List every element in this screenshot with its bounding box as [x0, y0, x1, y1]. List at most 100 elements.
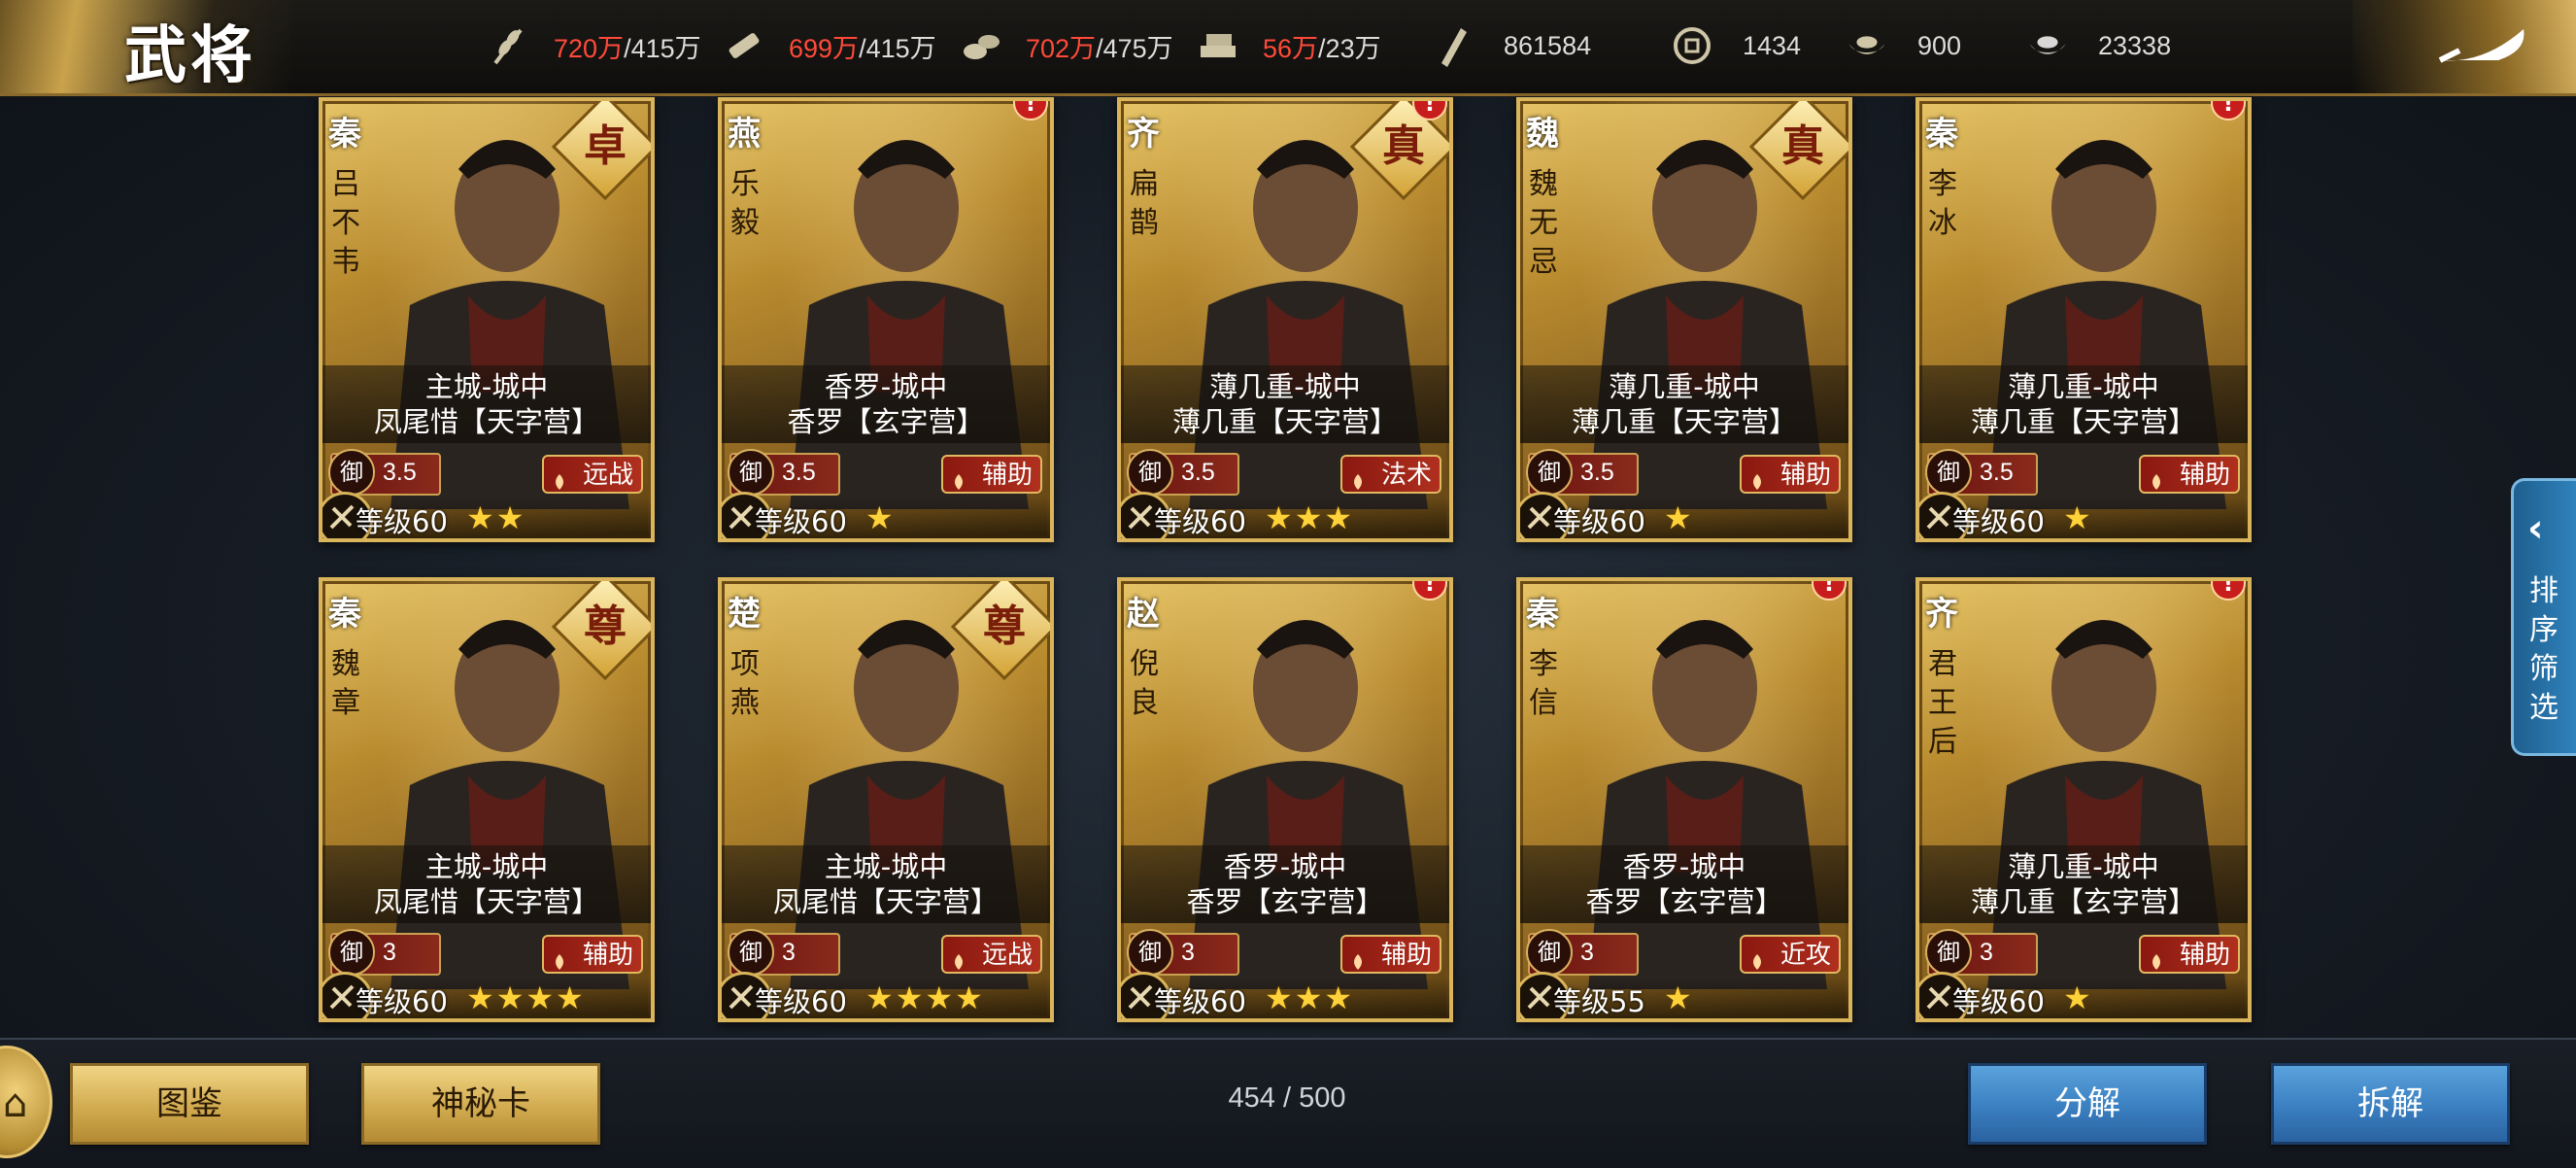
stone-icon [960, 24, 1002, 67]
level-label: 等级55 [1553, 985, 1645, 1018]
unit-label: 香罗【玄字营】 [1186, 885, 1384, 918]
defense-badge: 御 3.5 [1925, 449, 2038, 496]
unit-label: 凤尾惜【天字营】 [772, 885, 999, 918]
defense-icon: 御 [728, 449, 774, 496]
defense-value: 3 [782, 939, 796, 966]
defense-badge: 御 3.5 [728, 449, 840, 496]
defense-badge: 御 3.5 [328, 449, 441, 496]
silver-amount: 23338 [2098, 30, 2172, 60]
rank-label: 卓 [584, 121, 627, 171]
defense-value: 3 [1181, 939, 1195, 966]
sword-icon [1747, 945, 1767, 970]
garrison-location: 薄几重-城中 薄几重【天字营】 [1121, 365, 1449, 443]
general-card[interactable]: 秦 李冰 薄几重-城中 薄几重【天字营】 御 3.5 辅助 等级60 ★ ! [1915, 97, 2252, 542]
general-name: 吕不韦 [331, 167, 360, 279]
garrison-location: 薄几重-城中 薄几重【玄字营】 [1919, 845, 2248, 923]
back-button[interactable] [2353, 0, 2576, 93]
role-badge: 辅助 [1340, 935, 1441, 974]
garrison-location: 主城-城中 凤尾惜【天字营】 [322, 845, 651, 923]
role-label: 辅助 [1779, 461, 1831, 490]
role-badge: 远战 [542, 455, 643, 494]
general-card[interactable]: 齐 君王后 薄几重-城中 薄几重【玄字营】 御 3 辅助 等级60 ★ ! [1915, 577, 2252, 1022]
general-card[interactable]: 秦 魏章 尊 主城-城中 凤尾惜【天字营】 御 3 辅助 等级60 ★★★★ [319, 577, 655, 1022]
general-name: 扁鹊 [1130, 167, 1159, 240]
bow-icon [949, 945, 968, 970]
resource-wood[interactable]: 699万/415万 [723, 21, 936, 70]
star-rating: ★★★★ [466, 979, 586, 1016]
defense-icon: 御 [1526, 929, 1573, 976]
role-badge: 近攻 [1740, 935, 1841, 974]
resource-iron[interactable]: 56万/23万 [1197, 21, 1381, 70]
role-badge: 辅助 [1740, 455, 1841, 494]
general-card[interactable]: 齐 扁鹊 真 薄几重-城中 薄几重【天字营】 御 3.5 法术 等级60 ★★★… [1117, 97, 1453, 542]
iron-icon [1197, 24, 1239, 67]
general-name: 乐毅 [730, 167, 760, 240]
rank-label: 真 [1781, 121, 1824, 171]
mystery-card-button[interactable]: 神秘卡 [361, 1063, 600, 1145]
defense-badge: 御 3 [1925, 929, 2038, 976]
unit-label: 薄几重【玄字营】 [1970, 885, 2196, 918]
lotus-icon [1747, 465, 1767, 490]
level-label: 等级60 [1154, 505, 1246, 538]
general-name: 倪良 [1130, 647, 1159, 720]
sort-filter-tab[interactable]: ‹ 排序筛选 [2511, 478, 2576, 756]
iron-current: 56万 [1263, 33, 1319, 63]
general-name: 魏章 [331, 647, 360, 720]
defense-icon: 御 [1925, 449, 1972, 496]
general-card[interactable]: 赵 倪良 香罗-城中 香罗【玄字营】 御 3 辅助 等级60 ★★★ ! [1117, 577, 1453, 1022]
resource-copper[interactable]: 1434 [1671, 21, 1801, 70]
general-portrait [1549, 581, 1848, 989]
gold-amount: 900 [1917, 30, 1962, 60]
location-label: 主城-城中 [424, 370, 549, 403]
garrison-location: 香罗-城中 香罗【玄字营】 [1121, 845, 1449, 923]
garrison-location: 香罗-城中 香罗【玄字营】 [1520, 845, 1848, 923]
resource-scroll[interactable]: 861584 [1432, 21, 1591, 70]
scroll-amount: 861584 [1504, 30, 1592, 60]
decompose-button[interactable]: 分解 [1968, 1063, 2207, 1145]
lotus-icon [2147, 945, 2166, 970]
unit-label: 香罗【玄字营】 [1585, 885, 1783, 918]
star-rating: ★ [2063, 499, 2093, 536]
general-card[interactable]: 楚 项燕 尊 主城-城中 凤尾惜【天字营】 御 3 远战 等级60 ★★★★ [718, 577, 1054, 1022]
resource-silver[interactable]: 23338 [2026, 21, 2171, 70]
star-rating: ★ [1664, 499, 1694, 536]
location-label: 主城-城中 [424, 850, 549, 883]
garrison-location: 主城-城中 凤尾惜【天字营】 [722, 845, 1050, 923]
location-label: 香罗-城中 [824, 370, 948, 403]
gold-ingot-icon [1846, 24, 1888, 67]
level-label: 等级60 [1952, 985, 2045, 1018]
role-badge: 辅助 [941, 455, 1042, 494]
nation-label: 魏 [1526, 115, 1559, 154]
general-card[interactable]: 秦 吕不韦 卓 主城-城中 凤尾惜【天字营】 御 3.5 远战 等级60 ★★ [319, 97, 655, 542]
chevron-left-icon: ‹ [2527, 506, 2544, 551]
level-label: 等级60 [1553, 505, 1645, 538]
resource-stone[interactable]: 702万/475万 [960, 21, 1173, 70]
defense-value: 3.5 [383, 459, 417, 486]
defense-icon: 御 [1127, 449, 1173, 496]
general-name: 君王后 [1928, 647, 1957, 759]
resource-grain[interactable]: 720万/415万 [488, 21, 701, 70]
dismantle-button[interactable]: 拆解 [2271, 1063, 2510, 1145]
title-plate: 武将 [0, 0, 291, 93]
rank-label: 尊 [584, 601, 627, 651]
defense-badge: 御 3.5 [1127, 449, 1239, 496]
role-label: 法术 [1380, 461, 1432, 490]
defense-value: 3.5 [1580, 459, 1614, 486]
general-portrait [751, 101, 1050, 509]
general-card[interactable]: 魏 魏无忌 真 薄几重-城中 薄几重【天字营】 御 3.5 辅助 等级60 ★ [1516, 97, 1852, 542]
level-label: 等级60 [1154, 985, 1246, 1018]
general-name: 李冰 [1928, 167, 1957, 240]
catalog-button[interactable]: 图鉴 [70, 1063, 309, 1145]
general-card[interactable]: 秦 李信 香罗-城中 香罗【玄字营】 御 3 近攻 等级55 ★ ! [1516, 577, 1852, 1022]
role-badge: 辅助 [542, 935, 643, 974]
general-count: 454 / 500 [1228, 1082, 1346, 1114]
copper-amount: 1434 [1743, 30, 1802, 60]
grain-icon [488, 24, 530, 67]
resource-gold[interactable]: 900 [1846, 21, 1961, 70]
general-card[interactable]: 燕 乐毅 香罗-城中 香罗【玄字营】 御 3.5 辅助 等级60 ★ ! [718, 97, 1054, 542]
defense-icon: 御 [728, 929, 774, 976]
nation-label: 秦 [328, 595, 361, 634]
nation-label: 秦 [1526, 595, 1559, 634]
sort-filter-label: 排序筛选 [2529, 574, 2559, 725]
role-badge: 法术 [1340, 455, 1441, 494]
